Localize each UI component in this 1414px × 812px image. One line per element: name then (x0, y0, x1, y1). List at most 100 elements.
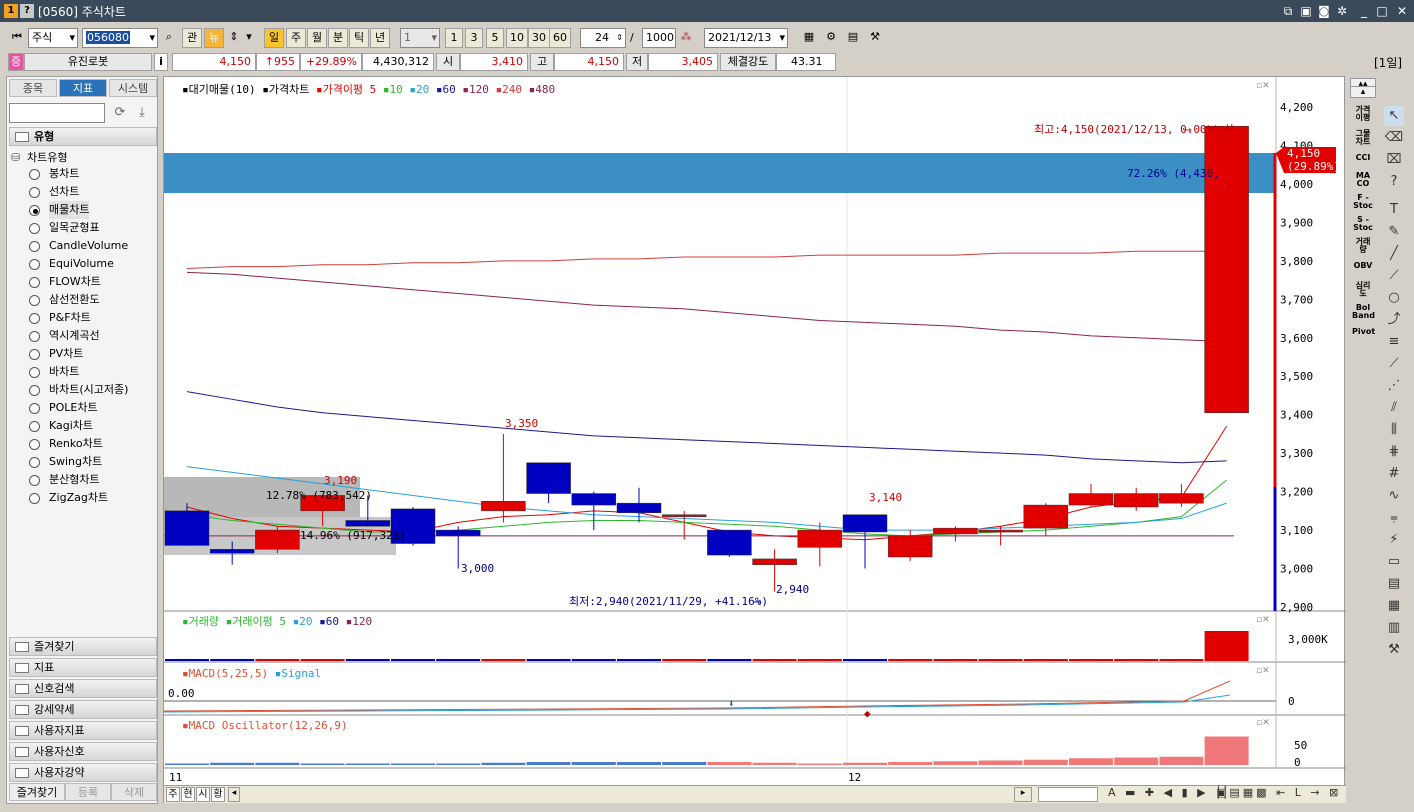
price-chart-svg[interactable]: 4,2004,1004,0003,9003,8003,7003,6003,500… (164, 77, 1346, 804)
radio-icon[interactable] (29, 277, 40, 288)
candle-body[interactable] (842, 514, 888, 533)
channel-icon[interactable]: ⫽ (1384, 398, 1404, 418)
camera-icon[interactable]: ◙ (1316, 3, 1332, 19)
favorites-button[interactable]: 즐겨찾기 (9, 783, 65, 801)
candle-body[interactable] (435, 529, 481, 537)
bottom-tab[interactable]: 주 (166, 787, 180, 802)
link-icon[interactable]: ⧉ (1280, 3, 1296, 19)
period-minute-button[interactable]: 분 (328, 28, 348, 48)
unit-5-button[interactable]: 5 (486, 28, 504, 48)
indicator-shortcut-icon[interactable]: 거래 량 (1352, 238, 1374, 256)
indicator-shortcut-icon[interactable]: F - Stoc (1352, 194, 1374, 212)
candle-body[interactable] (797, 529, 843, 548)
candle-body[interactable] (978, 529, 1023, 533)
register-button[interactable]: 등록 (65, 783, 111, 801)
analysis-icon[interactable]: ▦ (1384, 596, 1404, 616)
radio-icon[interactable] (29, 259, 40, 270)
candle-body[interactable] (1068, 493, 1114, 506)
watch-button[interactable]: 관 (182, 28, 202, 48)
close-icon[interactable]: ✕ (1394, 3, 1410, 19)
document-icon[interactable]: ▤ (1384, 574, 1404, 594)
bottom-tab[interactable]: 시 (196, 787, 210, 802)
unit-1-button[interactable]: 1 (445, 28, 463, 48)
pane-close-icon[interactable]: ▫✕ (1256, 666, 1270, 676)
delete-button[interactable]: 삭제 (111, 783, 157, 801)
scroll-right-icon[interactable]: ▸ (1014, 787, 1032, 802)
period-day-button[interactable]: 일 (264, 28, 284, 48)
save-window-icon[interactable]: ▣ (1298, 3, 1314, 19)
code-input[interactable]: 056080 ▾ (82, 28, 158, 48)
fibo-icon[interactable]: ≡ (1384, 332, 1404, 352)
tab-system[interactable]: 시스템 (109, 79, 157, 97)
report-icon[interactable]: ▥ (1384, 618, 1404, 638)
period-month-button[interactable]: 월 (307, 28, 327, 48)
period-tick-button[interactable]: 틱 (349, 28, 369, 48)
candle-body[interactable] (345, 520, 391, 527)
bottom-tab[interactable]: 황 (211, 787, 225, 802)
zoom-slider[interactable] (1038, 787, 1098, 802)
candle-body[interactable] (752, 558, 797, 565)
radio-icon[interactable] (29, 205, 40, 216)
pen-icon[interactable]: ✎ (1384, 222, 1404, 242)
section-type[interactable]: 유형 (9, 127, 157, 146)
candle-body[interactable] (164, 510, 210, 546)
radio-icon[interactable] (29, 187, 40, 198)
indicator-shortcut-icon[interactable]: MA CO (1352, 172, 1374, 190)
help-icon[interactable]: ? (20, 4, 34, 18)
candle-body[interactable] (933, 527, 978, 535)
maximize-icon[interactable]: □ (1374, 3, 1390, 19)
radio-icon[interactable] (29, 241, 40, 252)
radio-icon[interactable] (29, 331, 40, 342)
grid-line-icon[interactable]: ⋕ (1384, 442, 1404, 462)
radio-icon[interactable] (29, 439, 40, 450)
unit-30-button[interactable]: 30 (528, 28, 550, 48)
unit-3-button[interactable]: 3 (465, 28, 483, 48)
radio-icon[interactable] (29, 493, 40, 504)
window-icon[interactable]: ▭ (1384, 552, 1404, 572)
refresh-icon[interactable]: ⟳ (111, 105, 129, 123)
tab-stock[interactable]: 종목 (9, 79, 57, 97)
gear-settings-icon[interactable]: ⚙ (822, 28, 840, 48)
radio-icon[interactable] (29, 475, 40, 486)
indicator-shortcut-icon[interactable]: OBV (1352, 262, 1374, 280)
tree-root[interactable]: ⛁ 차트유형 (11, 149, 67, 165)
radio-icon[interactable] (29, 295, 40, 306)
radio-icon[interactable] (29, 457, 40, 468)
search-icon[interactable]: ⌕ (160, 28, 178, 48)
radio-icon[interactable] (29, 421, 40, 432)
question-icon[interactable]: ? (1384, 172, 1404, 192)
indicator-shortcut-icon[interactable]: Pivot (1352, 328, 1375, 346)
period-week-button[interactable]: 주 (286, 28, 306, 48)
app-icon[interactable]: 1 (4, 4, 18, 18)
wrench-icon[interactable]: ⚒ (1384, 640, 1404, 660)
radio-icon[interactable] (29, 313, 40, 324)
erase-all-icon[interactable]: ⌧ (1384, 150, 1404, 170)
trend-line-icon[interactable]: ⟋ (1384, 266, 1404, 286)
sync-icon[interactable]: ⁂ (678, 28, 694, 48)
section-item[interactable]: 사용자강약 (9, 763, 157, 782)
first-record-icon[interactable]: ⏮ (8, 28, 26, 48)
indicator-shortcut-icon[interactable]: CCI (1352, 154, 1374, 172)
candle-body[interactable] (526, 462, 571, 494)
chart-settings-icon[interactable]: ▦ (800, 28, 818, 48)
pane-close-icon[interactable]: ▫✕ (1256, 81, 1270, 91)
section-item[interactable]: 즐겨찾기 (9, 637, 157, 656)
tools-icon[interactable]: ⚒ (866, 28, 884, 48)
chart-tool-icon[interactable]: ⤴ (1384, 310, 1404, 330)
cross-line-icon[interactable]: # (1384, 464, 1404, 484)
news-button[interactable]: 뉴 (204, 28, 224, 48)
candle-body[interactable] (707, 529, 752, 556)
radio-icon[interactable] (29, 169, 40, 180)
download-icon[interactable]: ⤓ (133, 105, 151, 123)
minimize-icon[interactable]: _ (1356, 3, 1372, 19)
fan-icon[interactable]: ⋰ (1384, 376, 1404, 396)
radio-icon[interactable] (29, 385, 40, 396)
candle-body[interactable] (1023, 504, 1069, 529)
indicator-shortcut-icon[interactable]: Bol Band (1352, 304, 1375, 322)
candle-body[interactable] (887, 535, 933, 558)
scroll-up-icon[interactable]: ▴ (1350, 86, 1376, 98)
unit-60-button[interactable]: 60 (549, 28, 571, 48)
chart-export-icons[interactable]: ▣▤▦▩ ⇤ ᒪ → ⊠ (1216, 786, 1341, 799)
gear-icon[interactable]: ✲ (1334, 3, 1350, 19)
section-item[interactable]: 사용자지표 (9, 721, 157, 740)
